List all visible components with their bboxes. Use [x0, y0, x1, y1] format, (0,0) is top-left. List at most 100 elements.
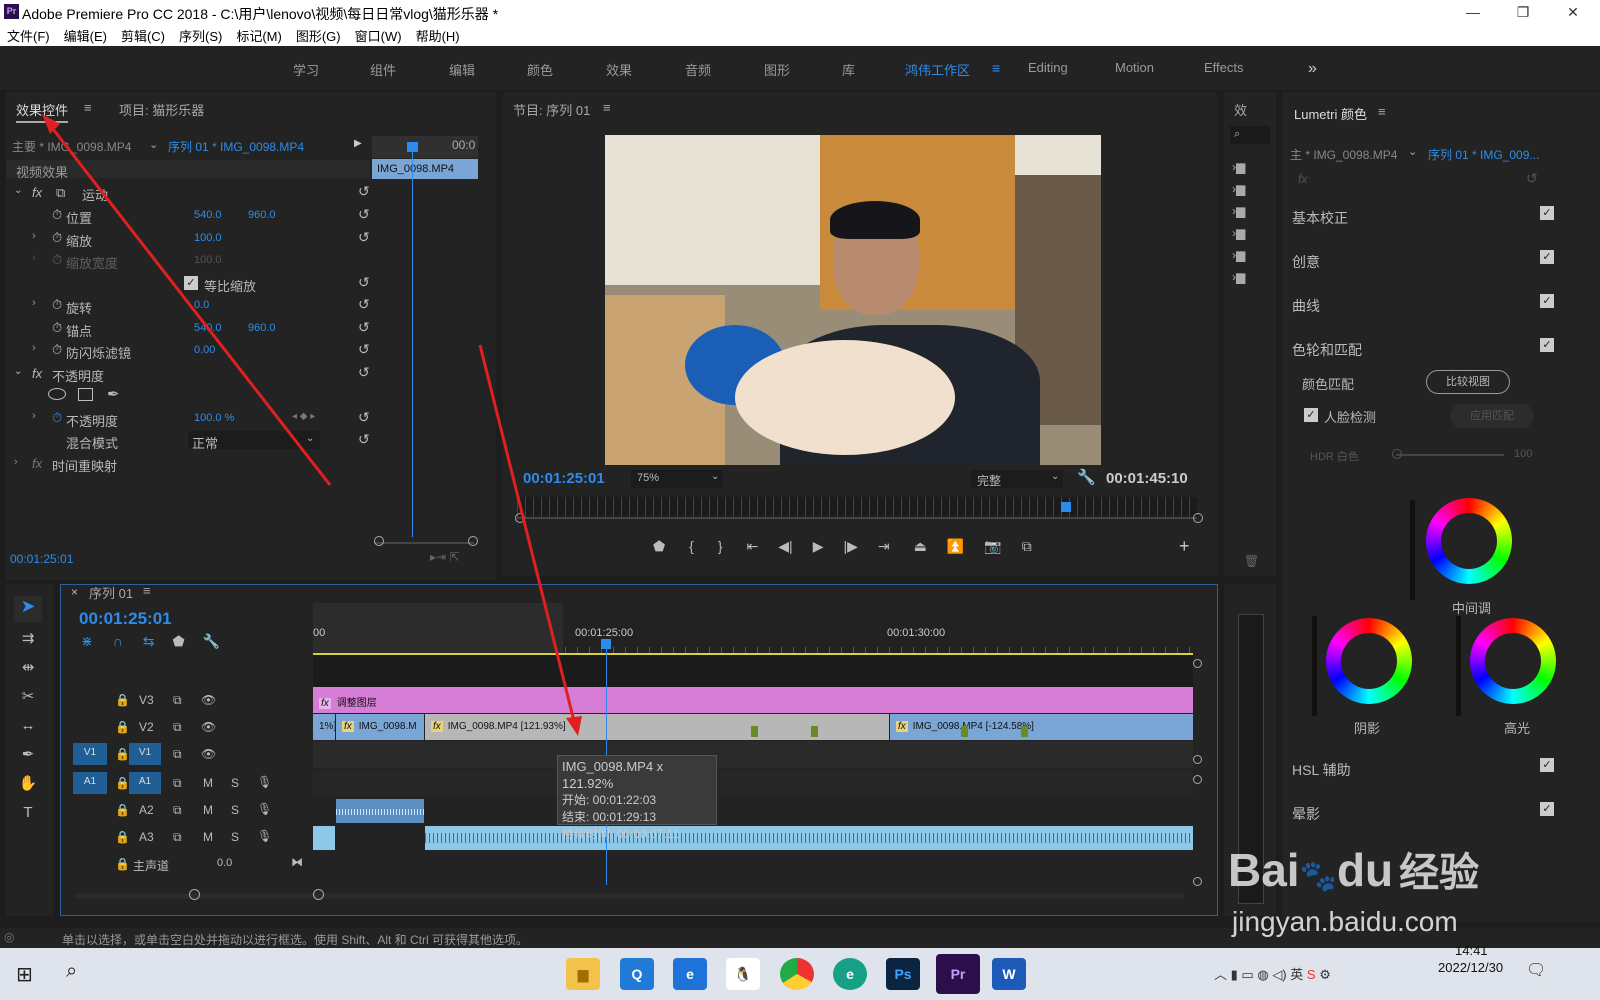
reset-icon[interactable]: ↺ [358, 341, 370, 358]
audio-clip-a3-a[interactable] [313, 826, 335, 850]
wrench-icon[interactable]: 🔧 [1077, 468, 1096, 486]
mini-clip[interactable]: IMG_0098.MP4 [372, 159, 478, 179]
lumetri-sequence[interactable]: 序列 01 * IMG_009... [1428, 146, 1539, 163]
play-icon[interactable]: ▶ [813, 538, 824, 554]
ws-editing[interactable]: Editing [1028, 60, 1068, 75]
target-label-v1[interactable]: V1 [129, 743, 161, 765]
go-to-in-icon[interactable]: ⇤ [747, 538, 759, 554]
ws-learn[interactable]: 学习 [293, 60, 319, 79]
adjustment-layer-clip[interactable]: fx 调整图层 [313, 687, 1193, 713]
highlights-color-wheel[interactable] [1470, 618, 1556, 704]
stopwatch-icon[interactable]: ⏱ [52, 320, 62, 336]
program-scrubber[interactable] [517, 497, 1197, 517]
ws-motion[interactable]: Motion [1115, 60, 1154, 75]
chevron-right-icon[interactable]: › [32, 342, 36, 354]
tab-effect-controls[interactable]: 效果控件 [16, 100, 69, 123]
chevron-down-icon[interactable]: ⌄ [149, 138, 158, 151]
keyframe-marker[interactable] [961, 726, 968, 737]
clip-v2-d[interactable]: fx IMG_0098.MP4 [-124.58%] [890, 714, 1193, 740]
tray-chevron-icon[interactable]: ︿ [1214, 967, 1227, 982]
reset-icon[interactable]: ↺ [358, 229, 370, 246]
anchor-y[interactable]: 960.0 [248, 322, 276, 334]
text-tool-icon[interactable]: T [18, 798, 38, 827]
motion-effect-row[interactable]: ⌄ fx ⧉ 运动 ↺ [6, 182, 376, 204]
solo-button[interactable]: S [231, 776, 239, 790]
section-basic[interactable]: 基本校正 ✓ [1282, 194, 1572, 238]
settings-gear-icon[interactable]: ⚙ [1319, 967, 1331, 982]
timeline-title[interactable]: 序列 01 [89, 583, 133, 602]
camera-icon[interactable]: 📷 [984, 538, 1001, 554]
position-y[interactable]: 960.0 [248, 209, 276, 221]
menu-edit[interactable]: 编辑(E) [57, 24, 114, 47]
master-clip-label[interactable]: 主要 * IMG_0098.MP4 [12, 138, 131, 155]
extract-icon[interactable]: ⏫ [947, 538, 964, 554]
chevron-down-icon[interactable]: ⌄ [306, 433, 314, 444]
lumetri-title[interactable]: Lumetri 颜色 [1294, 104, 1367, 123]
menu-sequence[interactable]: 序列(S) [172, 24, 229, 47]
target-label-a2[interactable]: A2 [139, 803, 154, 817]
target-label-v3[interactable]: V3 [139, 693, 154, 707]
wrench-icon[interactable]: 🔧 [203, 633, 220, 649]
solo-button[interactable]: S [231, 803, 239, 817]
transform-icon[interactable]: ⧉ [56, 185, 65, 201]
more-workspaces-icon[interactable]: » [1308, 60, 1317, 78]
vertical-scroll-handle[interactable] [1193, 755, 1202, 764]
blend-mode-select[interactable]: 正常 [188, 431, 320, 451]
sogou-icon[interactable]: S [1307, 967, 1316, 982]
section-hsl[interactable]: HSL 辅助 ✓ [1282, 746, 1572, 790]
nest-icon[interactable]: ⋇ [81, 633, 93, 649]
hdr-slider[interactable] [1396, 454, 1504, 456]
chevron-right-icon[interactable]: › [32, 297, 36, 309]
ime-indicator[interactable]: 英 [1290, 967, 1303, 982]
rotation-value[interactable]: 0.0 [194, 299, 209, 311]
face-detect-checkbox[interactable]: ✓ [1304, 408, 1318, 422]
razor-icon[interactable]: ✂ [18, 682, 38, 711]
apply-match-button[interactable]: 应用匹配 [1450, 404, 1534, 428]
track-a1-area[interactable] [313, 770, 1193, 797]
source-patch-v1[interactable]: V1 [73, 743, 107, 765]
notification-icon[interactable]: 🗨 [1526, 960, 1546, 980]
vertical-scroll-handle[interactable] [1193, 877, 1202, 886]
minimize-button[interactable]: — [1450, 2, 1496, 22]
timeline-timecode[interactable]: 00:01:25:01 [79, 609, 172, 629]
audio-clip-a3-b[interactable] [425, 826, 1193, 850]
mark-in-icon[interactable]: { [689, 538, 694, 554]
empty-track-area[interactable] [313, 655, 1193, 687]
eye-icon[interactable]: 👁 [201, 720, 216, 734]
ws-graphics[interactable]: 图形 [764, 60, 790, 79]
section-curves[interactable]: 曲线 ✓ [1282, 282, 1572, 326]
mini-zoom-slider[interactable] [374, 542, 474, 544]
ws-menu-icon[interactable]: ≡ [992, 60, 1000, 76]
globe-icon[interactable]: ◍ [1257, 967, 1268, 982]
trash-icon[interactable]: 🗑 [1244, 554, 1259, 568]
pen-mask-icon[interactable]: ✒ [107, 385, 120, 403]
program-title[interactable]: 节目: 序列 01 [513, 100, 590, 119]
step-back-icon[interactable]: ◀| [778, 538, 792, 554]
section-vignette[interactable]: 晕影 ✓ [1282, 790, 1572, 834]
go-to-out-icon[interactable]: ⇥ [878, 538, 890, 554]
panel-menu-icon[interactable]: ≡ [603, 100, 611, 115]
keyframe-marker[interactable] [1021, 726, 1028, 737]
opacity-value[interactable]: 100.0 % [194, 412, 234, 424]
hand-icon[interactable]: ✋ [18, 769, 38, 798]
menu-marker[interactable]: 标记(M) [229, 24, 289, 47]
ws-audio[interactable]: 音频 [685, 60, 711, 79]
source-patch-a1[interactable]: A1 [73, 772, 107, 794]
quality-select[interactable]: 完整 [971, 470, 1063, 488]
video-frame[interactable] [605, 135, 1101, 465]
clock-time[interactable]: 14:41 [1455, 943, 1488, 958]
time-remap-row[interactable]: › fx 时间重映射 [6, 453, 376, 475]
program-playhead[interactable] [1061, 502, 1071, 512]
slip-icon[interactable]: ↔ [18, 711, 38, 740]
vertical-scroll-handle[interactable] [1193, 775, 1202, 784]
ws-custom[interactable]: 鸿伟工作区 [905, 60, 970, 79]
battery-icon[interactable]: ▭ [1241, 967, 1253, 982]
sync-lock-icon[interactable]: ⧉ [173, 803, 182, 818]
go-to-end-icon[interactable]: ⧓ [291, 855, 303, 869]
ws-library[interactable]: 库 [842, 60, 855, 79]
pen-tray-icon[interactable]: ▮ [1231, 967, 1238, 982]
master-value[interactable]: 0.0 [217, 857, 232, 869]
search-icon[interactable]: ⌕ [1230, 126, 1270, 144]
effects-panel-title[interactable]: 效 [1234, 100, 1247, 119]
target-label-v2[interactable]: V2 [139, 720, 154, 734]
